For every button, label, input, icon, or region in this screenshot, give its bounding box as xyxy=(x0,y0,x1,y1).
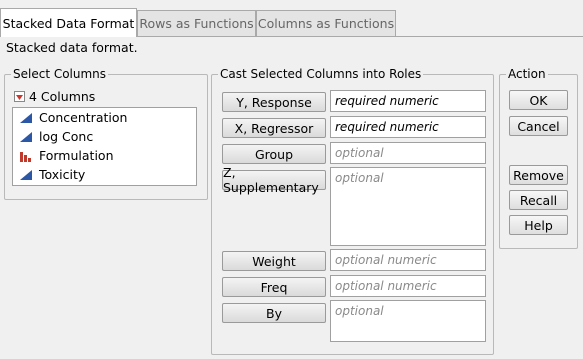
by-field[interactable]: optional xyxy=(330,300,486,342)
y-response-button[interactable]: Y, Response xyxy=(222,92,326,112)
by-button[interactable]: By xyxy=(222,303,326,323)
continuous-icon xyxy=(19,169,33,181)
nominal-icon xyxy=(19,150,33,162)
freq-button[interactable]: Freq xyxy=(222,277,326,297)
column-name: log Conc xyxy=(39,129,94,144)
tab-columns-as-functions[interactable]: Columns as Functions xyxy=(256,10,396,36)
cast-roles-legend: Cast Selected Columns into Roles xyxy=(218,67,424,81)
group-field[interactable]: optional xyxy=(330,142,486,164)
weight-field[interactable]: optional numeric xyxy=(330,249,486,271)
freq-field[interactable]: optional numeric xyxy=(330,275,486,297)
ok-button[interactable]: OK xyxy=(509,90,568,110)
group-button[interactable]: Group xyxy=(222,144,326,164)
red-triangle-menu-icon[interactable] xyxy=(14,91,25,102)
list-item[interactable]: log Conc xyxy=(13,127,196,146)
list-item[interactable]: Formulation xyxy=(13,146,196,165)
columns-listbox[interactable]: Concentration log Conc Formulation Toxic… xyxy=(12,107,197,186)
columns-filter-dropdown[interactable]: 4 Columns xyxy=(14,89,95,104)
z-supplementary-field[interactable]: optional xyxy=(330,167,486,246)
recall-button[interactable]: Recall xyxy=(509,190,568,210)
help-button[interactable]: Help xyxy=(509,215,568,235)
weight-button[interactable]: Weight xyxy=(222,251,326,271)
x-regressor-field[interactable]: required numeric xyxy=(330,116,486,138)
tab-rows-as-functions[interactable]: Rows as Functions xyxy=(137,10,256,36)
description-text: Stacked data format. xyxy=(6,40,138,55)
column-name: Formulation xyxy=(39,148,114,163)
x-regressor-button[interactable]: X, Regressor xyxy=(222,118,326,138)
list-item[interactable]: Concentration xyxy=(13,108,196,127)
list-item[interactable]: Toxicity xyxy=(13,165,196,184)
column-name: Toxicity xyxy=(39,167,86,182)
columns-count-label: 4 Columns xyxy=(29,89,96,104)
continuous-icon xyxy=(19,131,33,143)
action-legend: Action xyxy=(506,67,548,81)
remove-button[interactable]: Remove xyxy=(509,165,568,185)
y-response-field[interactable]: required numeric xyxy=(330,90,486,112)
select-columns-legend: Select Columns xyxy=(11,67,109,81)
column-name: Concentration xyxy=(39,110,128,125)
tab-stacked-data-format[interactable]: Stacked Data Format xyxy=(0,8,137,37)
cancel-button[interactable]: Cancel xyxy=(509,116,568,136)
continuous-icon xyxy=(19,112,33,124)
z-supplementary-button[interactable]: Z, Supplementary xyxy=(222,165,326,195)
